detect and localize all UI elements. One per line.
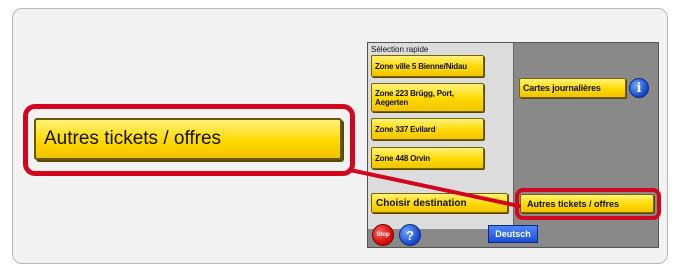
- zone-button-448[interactable]: Zone 448 Orvin: [371, 147, 484, 169]
- day-passes-button[interactable]: Cartes journalières: [519, 78, 626, 98]
- stop-label: Stop: [376, 232, 390, 238]
- info-icon[interactable]: i: [629, 78, 649, 98]
- choose-destination-label: Choisir destination: [376, 197, 467, 209]
- zone-button-label: Zone 337 Evilard: [375, 124, 436, 134]
- help-icon[interactable]: ?: [399, 224, 421, 246]
- zone-button-label: Zone 223 Brügg, Port, Aegerten: [375, 88, 454, 107]
- other-tickets-button[interactable]: Autres tickets / offres: [520, 194, 654, 213]
- other-tickets-callout-button[interactable]: Autres tickets / offres: [34, 118, 342, 160]
- quick-selection-title: Sélection rapide: [371, 45, 429, 54]
- ticket-machine-screen: Sélection rapide Zone ville 5 Bienne/Nid…: [367, 42, 659, 248]
- zone-button-label: Zone 448 Orvin: [375, 153, 430, 163]
- day-passes-label: Cartes journalières: [523, 82, 601, 93]
- zone-button-223[interactable]: Zone 223 Brügg, Port, Aegerten: [371, 83, 484, 112]
- language-label: Deutsch: [495, 229, 531, 239]
- zone-button-337[interactable]: Zone 337 Evilard: [371, 118, 484, 140]
- info-icon-glyph: i: [636, 80, 642, 96]
- stop-icon[interactable]: Stop: [372, 224, 394, 246]
- choose-destination-button[interactable]: Choisir destination: [371, 193, 508, 213]
- other-tickets-callout-label: Autres tickets / offres: [44, 128, 222, 149]
- help-glyph: ?: [406, 227, 414, 243]
- zone-button-label: Zone ville 5 Bienne/Nidau: [375, 61, 467, 71]
- other-tickets-label: Autres tickets / offres: [527, 198, 620, 209]
- language-button[interactable]: Deutsch: [488, 225, 538, 243]
- zone-button-5[interactable]: Zone ville 5 Bienne/Nidau: [371, 55, 484, 77]
